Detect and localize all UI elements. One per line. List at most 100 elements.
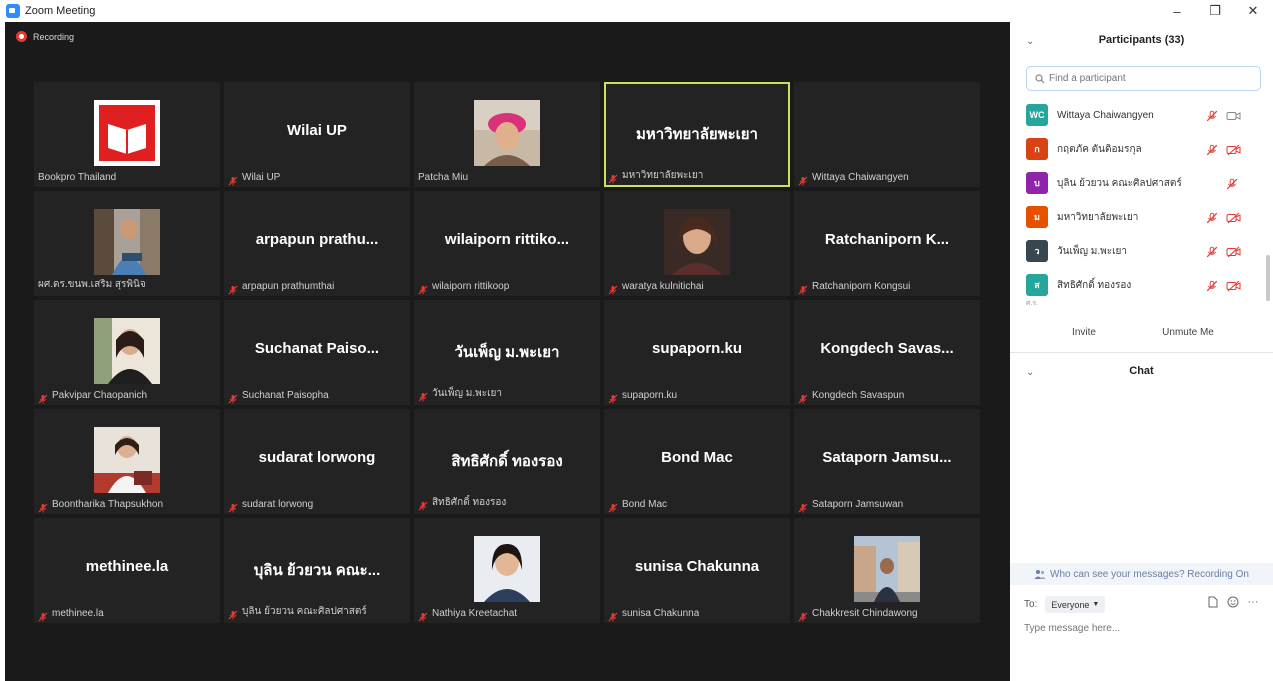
participant-tile[interactable]: Sataporn Jamsu... Sataporn Jamsuwan <box>794 409 980 514</box>
participant-tile[interactable]: Chakkresit Chindawong <box>794 518 980 623</box>
file-icon[interactable] <box>1206 595 1220 609</box>
participant-tile[interactable]: sudarat lorwong sudarat lorwong <box>224 409 410 514</box>
avatar: บ <box>1026 172 1048 194</box>
video-icon[interactable] <box>1226 109 1242 121</box>
participant-tile[interactable]: arpapun prathu... arpapun prathumthai <box>224 191 410 296</box>
tile-label-text: sunisa Chakunna <box>622 608 700 619</box>
tile-display-name: มหาวิทยาลัยพะเยา <box>636 126 758 143</box>
avatar: ม <box>1026 206 1048 228</box>
muted-mic-icon <box>798 282 808 294</box>
tile-name-label: Boontharika Thapsukhon <box>38 499 163 512</box>
muted-mic-icon[interactable] <box>1206 143 1218 156</box>
tile-name-label: Ratchaniporn Kongsui <box>798 281 911 294</box>
chat-message-input[interactable] <box>1024 618 1259 638</box>
participant-tile[interactable]: Pakvipar Chaopanich <box>34 300 220 405</box>
tile-display-name: arpapun prathu... <box>255 231 379 248</box>
close-button[interactable]: ✕ <box>1234 0 1272 22</box>
muted-mic-icon <box>228 173 238 185</box>
tile-label-text: Pakvipar Chaopanich <box>52 390 148 401</box>
participant-row[interactable]: ส สิทธิศักดิ์ ทองรอง <box>1026 268 1261 302</box>
participant-list-scrollbar[interactable] <box>1266 255 1270 301</box>
muted-mic-icon <box>608 391 618 403</box>
invite-button[interactable]: Invite <box>1062 322 1106 342</box>
chevron-down-icon: ▼ <box>1092 601 1100 608</box>
tile-name-label: sunisa Chakunna <box>608 608 700 621</box>
people-icon <box>1034 569 1046 579</box>
muted-mic-icon[interactable] <box>1206 109 1218 122</box>
tile-name-label: Chakkresit Chindawong <box>798 608 918 621</box>
muted-mic-icon <box>418 609 428 621</box>
tile-label-text: supaporn.ku <box>622 390 678 401</box>
more-participants-indicator: ศ.ร. <box>1026 300 1039 307</box>
participant-search-input[interactable] <box>1049 73 1249 84</box>
muted-mic-icon <box>608 171 618 183</box>
participant-tile[interactable]: Patcha Miu <box>414 82 600 187</box>
avatar: WC <box>1026 104 1048 126</box>
participant-row[interactable]: ม มหาวิทยาลัยพะเยา <box>1026 200 1261 234</box>
participant-tile[interactable]: waratya kulnitichai <box>604 191 790 296</box>
muted-mic-icon[interactable] <box>1206 211 1218 224</box>
tile-name-label: supaporn.ku <box>608 390 678 403</box>
participant-tile[interactable]: Wilai UP Wilai UP <box>224 82 410 187</box>
participant-tile[interactable]: บุลิน ย้วยวน คณะ... บุลิน ย้วยวน คณะศิลปศ… <box>224 518 410 623</box>
video-off-icon[interactable] <box>1226 143 1242 156</box>
tile-label-text: arpapun prathumthai <box>242 281 335 292</box>
participant-tile[interactable]: supaporn.ku supaporn.ku <box>604 300 790 405</box>
participant-tile[interactable]: methinee.la methinee.la <box>34 518 220 623</box>
video-off-icon[interactable] <box>1226 279 1242 292</box>
muted-mic-icon[interactable] <box>1226 177 1238 190</box>
panel-divider <box>1010 352 1273 353</box>
recipient-select[interactable]: Everyone ▼ <box>1045 596 1106 613</box>
emoji-icon[interactable] <box>1226 595 1240 609</box>
participant-row[interactable]: ว วันเพ็ญ ม.พะเยา <box>1026 234 1261 268</box>
tile-label-text: มหาวิทยาลัยพะเยา <box>622 170 704 181</box>
tile-label-text: Nathiya Kreetachat <box>432 608 518 619</box>
participant-tile[interactable]: Bookpro Thailand <box>34 82 220 187</box>
tile-label-text: Patcha Miu <box>418 172 469 183</box>
muted-mic-icon <box>228 282 238 294</box>
chat-visibility-notice[interactable]: Who can see your messages? Recording On <box>1010 563 1273 585</box>
participant-tile[interactable]: Nathiya Kreetachat <box>414 518 600 623</box>
more-options-icon[interactable]: ··· <box>1246 595 1260 609</box>
tile-display-name: สิทธิศักดิ์ ทองรอง <box>451 453 563 470</box>
participant-tile[interactable]: Kongdech Savas... Kongdech Savaspun <box>794 300 980 405</box>
participant-tile[interactable]: วันเพ็ญ ม.พะเยา วันเพ็ญ ม.พะเยา <box>414 300 600 405</box>
participant-tile[interactable]: sunisa Chakunna sunisa Chakunna <box>604 518 790 623</box>
participant-tile[interactable]: wilaiporn rittiko... wilaiporn rittikoop <box>414 191 600 296</box>
participant-tile[interactable]: Bond Mac Bond Mac <box>604 409 790 514</box>
tile-name-label: ผศ.ดร.ขนพ.เสริม สุรพินิจ <box>38 277 146 292</box>
tile-label-text: Bond Mac <box>622 499 668 510</box>
participant-tile[interactable]: Ratchaniporn K... Ratchaniporn Kongsui <box>794 191 980 296</box>
muted-mic-icon <box>38 500 48 512</box>
participant-tile[interactable]: Suchanat Paiso... Suchanat Paisopha <box>224 300 410 405</box>
maximize-button[interactable]: ❐ <box>1196 0 1234 22</box>
participant-tile[interactable]: ผศ.ดร.ขนพ.เสริม สุรพินิจ <box>34 191 220 296</box>
unmute-me-button[interactable]: Unmute Me <box>1156 322 1220 342</box>
tile-name-label: sudarat lorwong <box>228 499 313 512</box>
side-panel: ⌄ Participants (33) WCWittaya Chaiwangye… <box>1010 22 1273 681</box>
participant-row[interactable]: บ บุลิน ย้วยวน คณะศิลปศาสตร์ <box>1026 166 1261 200</box>
participant-tile[interactable]: มหาวิทยาลัยพะเยา มหาวิทยาลัยพะเยา <box>604 82 790 187</box>
tile-display-name: sudarat lorwong <box>258 449 376 466</box>
tile-label-text: Sataporn Jamsuwan <box>812 499 904 510</box>
muted-mic-icon <box>228 500 238 512</box>
participant-tile[interactable]: Wittaya Chaiwangyen <box>794 82 980 187</box>
participant-tile[interactable]: สิทธิศักดิ์ ทองรอง สิทธิศักดิ์ ทองรอง <box>414 409 600 514</box>
video-off-icon[interactable] <box>1226 211 1242 224</box>
tile-name-label: methinee.la <box>38 608 104 621</box>
muted-mic-icon[interactable] <box>1206 245 1218 258</box>
participant-search-box[interactable] <box>1026 66 1261 91</box>
recording-indicator[interactable]: Recording <box>16 31 74 42</box>
muted-mic-icon[interactable] <box>1206 279 1218 292</box>
tile-label-text: Ratchaniporn Kongsui <box>812 281 911 292</box>
video-off-icon[interactable] <box>1226 245 1242 258</box>
minimize-button[interactable]: – <box>1158 0 1196 22</box>
tile-name-label: arpapun prathumthai <box>228 281 335 294</box>
participant-row[interactable]: ก กฤตภัค ตันติอมรกุล <box>1026 132 1261 166</box>
gallery-view: Recording Bookpro Thailand Wilai UP Wilai … <box>5 22 1010 681</box>
zoom-logo-icon <box>6 4 20 18</box>
tile-name-label: บุลิน ย้วยวน คณะศิลปศาสตร์ <box>228 604 367 619</box>
chat-tools: ··· <box>1206 595 1266 609</box>
participant-row[interactable]: WC Wittaya Chaiwangyen <box>1026 98 1261 132</box>
participant-tile[interactable]: Boontharika Thapsukhon <box>34 409 220 514</box>
